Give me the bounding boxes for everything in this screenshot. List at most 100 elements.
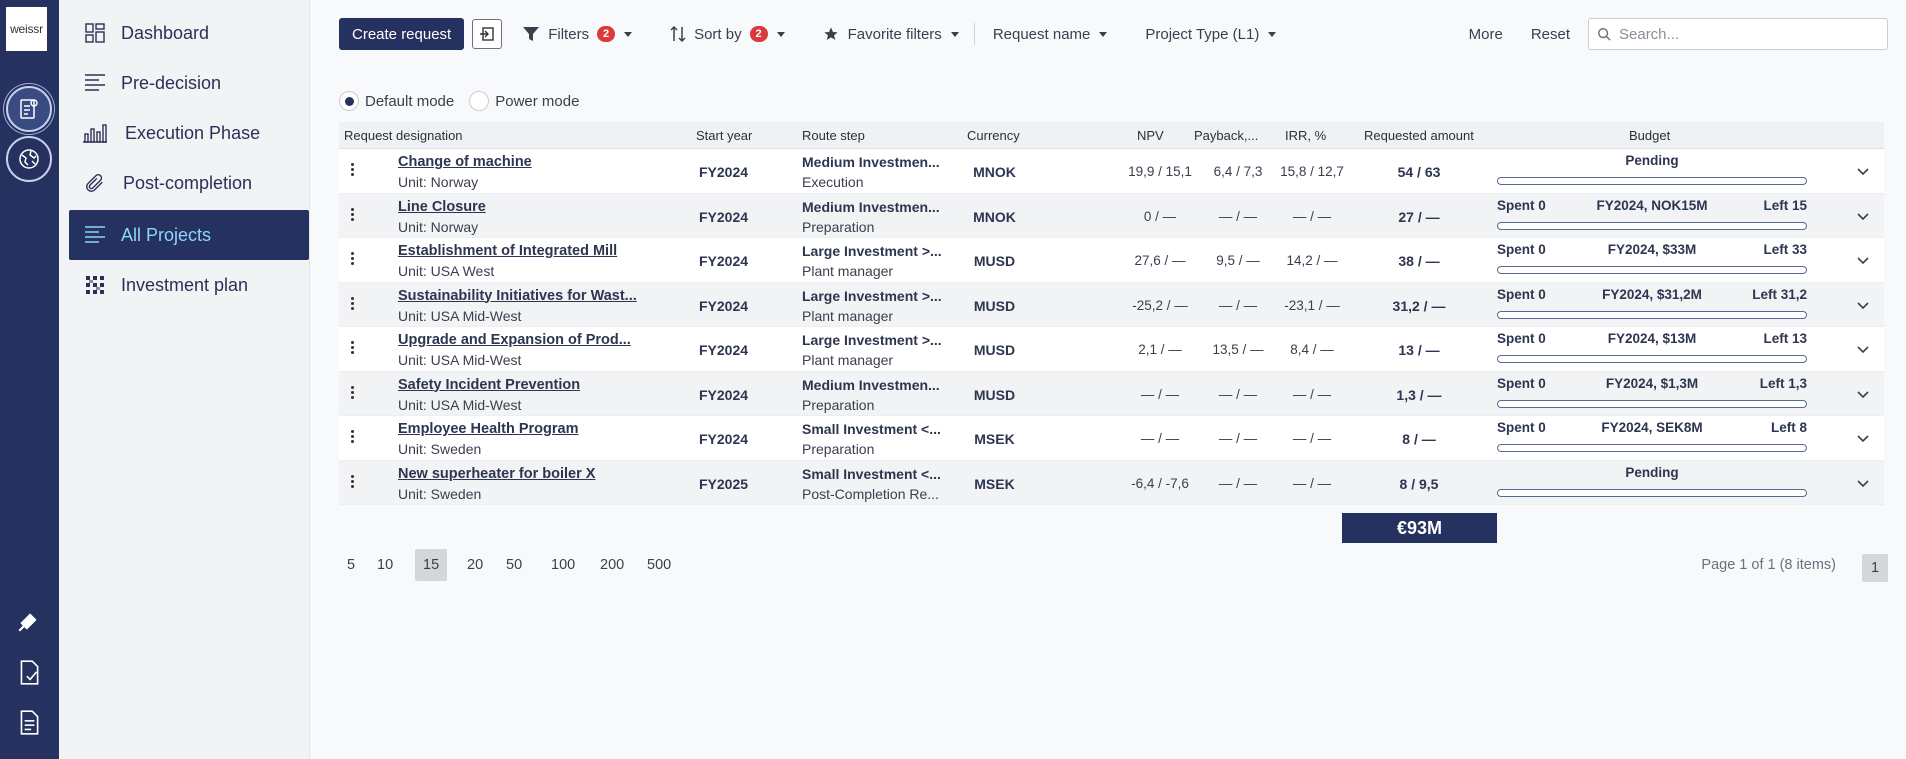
budget-cell: Spent 0 FY2024, $1,3M Left 1,3 — [1497, 376, 1807, 412]
nav-item-post-completion[interactable]: Post-completion — [69, 158, 309, 208]
table-row[interactable]: Change of machine Unit: Norway FY2024 Me… — [339, 149, 1884, 194]
start-year: FY2025 — [699, 475, 749, 492]
chevron-down-icon — [1857, 168, 1869, 176]
col-irr[interactable]: IRR, % — [1285, 128, 1326, 143]
table-row[interactable]: Line Closure Unit: Norway FY2024 Medium … — [339, 193, 1884, 238]
page-size-option[interactable]: 500 — [639, 549, 679, 581]
table-row[interactable]: New superheater for boiler X Unit: Swede… — [339, 460, 1884, 505]
npv-value: 2,1 / — — [1138, 342, 1182, 357]
chevron-down-icon — [1099, 31, 1108, 37]
col-route-step[interactable]: Route step — [802, 128, 865, 143]
col-currency[interactable]: Currency — [967, 128, 1020, 143]
chevron-down-icon — [1857, 390, 1869, 398]
sort-button[interactable]: Sort by 2 — [670, 18, 785, 50]
reports-button[interactable] — [12, 706, 46, 740]
nav-item-pre-decision[interactable]: Pre-decision — [69, 58, 309, 108]
row-menu-button[interactable] — [351, 295, 357, 312]
row-menu-button[interactable] — [351, 339, 357, 356]
row-menu-button[interactable] — [351, 473, 357, 490]
budget-progress-bar — [1497, 355, 1807, 363]
expand-row-button[interactable] — [1856, 387, 1870, 401]
row-menu-button[interactable] — [351, 384, 357, 401]
export-icon — [480, 27, 494, 41]
request-name-link[interactable]: Safety Incident Prevention — [398, 377, 648, 393]
default-mode-radio[interactable] — [339, 91, 359, 111]
request-name-link[interactable]: New superheater for boiler X — [398, 466, 648, 482]
reset-button[interactable]: Reset — [1531, 18, 1570, 50]
requests-app-button[interactable] — [6, 86, 52, 132]
request-unit: Unit: Norway — [398, 218, 479, 235]
page-size-option[interactable]: 50 — [498, 549, 530, 581]
globe-app-button[interactable] — [6, 136, 52, 182]
page-size-option[interactable]: 15 — [415, 549, 448, 581]
table-row[interactable]: Employee Health Program Unit: Sweden FY2… — [339, 416, 1884, 461]
expand-row-button[interactable] — [1856, 164, 1870, 178]
expand-row-button[interactable] — [1856, 342, 1870, 356]
power-mode-radio[interactable] — [469, 91, 490, 111]
row-menu-button[interactable] — [351, 161, 357, 178]
budget-progress-bar — [1497, 177, 1807, 185]
table-body: Change of machine Unit: Norway FY2024 Me… — [339, 149, 1884, 505]
expand-row-button[interactable] — [1856, 209, 1870, 223]
chevron-down-icon — [1268, 31, 1277, 37]
nav-item-all-projects[interactable]: All Projects — [69, 210, 309, 260]
page-size-option[interactable]: 10 — [369, 549, 401, 581]
col-npv[interactable]: NPV — [1137, 128, 1164, 143]
table-row[interactable]: Sustainability Initiatives for Wast... U… — [339, 282, 1884, 327]
dashboard-icon — [85, 23, 105, 43]
request-name-link[interactable]: Sustainability Initiatives for Wast... — [398, 288, 648, 304]
nav-item-investment-plan[interactable]: Investment plan — [69, 260, 309, 310]
logo[interactable]: weissr — [6, 7, 47, 51]
requested-amount: 27 / — — [1398, 208, 1440, 225]
col-requested-amount[interactable]: Requested amount — [1364, 128, 1474, 143]
npv-value: — / — — [1140, 431, 1180, 446]
row-menu-button[interactable] — [351, 250, 357, 267]
row-menu-button[interactable] — [351, 206, 357, 223]
npv-value: 19,9 / 15,1 — [1128, 164, 1192, 179]
row-menu-button[interactable] — [351, 428, 357, 445]
page-size-option[interactable]: 20 — [459, 549, 491, 581]
page-info: Page 1 of 1 (8 items) — [1701, 557, 1836, 573]
expand-row-button[interactable] — [1856, 253, 1870, 267]
table-row[interactable]: Safety Incident Prevention Unit: USA Mid… — [339, 371, 1884, 416]
npv-value: -25,2 / — — [1132, 297, 1188, 313]
page-size-option[interactable]: 100 — [543, 549, 583, 581]
col-payback[interactable]: Payback,... — [1194, 128, 1258, 143]
request-name-filter[interactable]: Request name — [993, 18, 1108, 50]
page-size-option[interactable]: 5 — [339, 549, 363, 581]
expand-row-button[interactable] — [1856, 431, 1870, 445]
budget-progress-bar — [1497, 488, 1807, 497]
request-name-link[interactable]: Line Closure — [398, 199, 648, 215]
request-unit: Unit: USA Mid-West — [398, 396, 522, 413]
expand-row-button[interactable] — [1856, 476, 1870, 490]
filters-button[interactable]: Filters 2 — [522, 18, 633, 50]
approvals-button[interactable] — [12, 656, 46, 690]
col-budget[interactable]: Budget — [1629, 128, 1670, 143]
table-row[interactable]: Upgrade and Expansion of Prod... Unit: U… — [339, 327, 1884, 372]
project-type-filter[interactable]: Project Type (L1) — [1145, 18, 1277, 50]
create-request-button[interactable]: Create request — [339, 18, 465, 50]
page-number-button[interactable]: 1 — [1862, 554, 1888, 582]
request-name-link[interactable]: Establishment of Integrated Mill — [398, 243, 648, 259]
col-start-year[interactable]: Start year — [696, 128, 752, 143]
notifications-button[interactable] — [12, 604, 46, 638]
col-designation[interactable]: Request designation — [344, 128, 463, 143]
nav-item-execution-phase[interactable]: Execution Phase — [69, 108, 309, 158]
favorite-filters-button[interactable]: Favorite filters — [823, 18, 959, 50]
budget-left: Left 15 — [1763, 197, 1807, 213]
request-name-link[interactable]: Upgrade and Expansion of Prod... — [398, 332, 648, 348]
request-name-link[interactable]: Change of machine — [398, 154, 648, 170]
nav-label: Pre-decision — [121, 72, 222, 93]
search-box[interactable] — [1588, 18, 1888, 50]
export-button[interactable] — [472, 19, 503, 49]
npv-value: 0 / — — [1143, 208, 1177, 224]
nav-item-dashboard[interactable]: Dashboard — [69, 8, 309, 58]
more-button[interactable]: More — [1469, 18, 1503, 50]
search-input[interactable] — [1619, 25, 1869, 43]
table-row[interactable]: Establishment of Integrated Mill Unit: U… — [339, 238, 1884, 283]
expand-row-button[interactable] — [1856, 298, 1870, 312]
request-name-link[interactable]: Employee Health Program — [398, 421, 648, 437]
main-content: Create request Filters 2 Sort by 2 Favor… — [311, 0, 1906, 759]
budget-cell: Spent 0 FY2024, $31,2M Left 31,2 — [1497, 287, 1807, 323]
page-size-option[interactable]: 200 — [592, 549, 632, 581]
